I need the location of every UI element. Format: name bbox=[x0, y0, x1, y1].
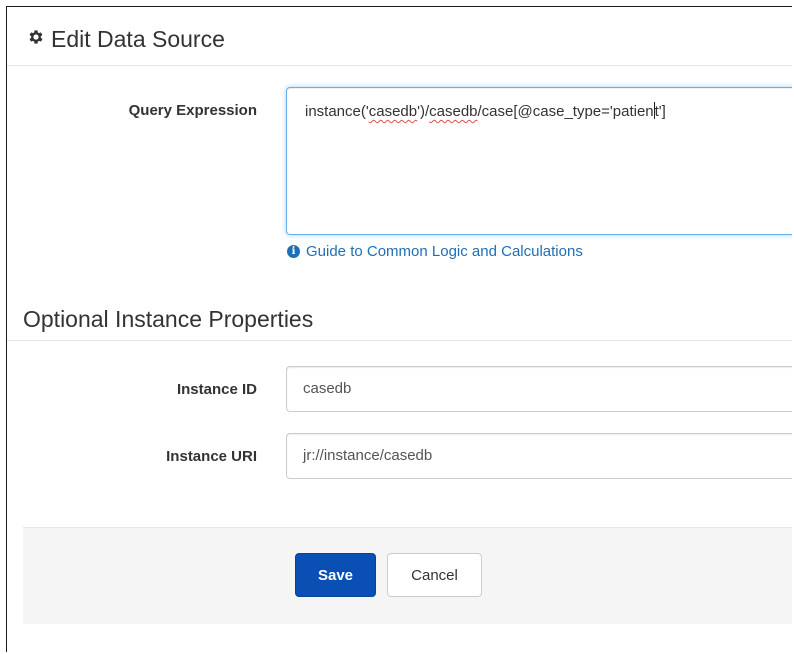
logic-guide-link[interactable]: i Guide to Common Logic and Calculations bbox=[287, 243, 583, 260]
section-divider bbox=[7, 340, 792, 341]
query-text-part: t'] bbox=[654, 103, 666, 120]
info-icon: i bbox=[287, 245, 300, 258]
cancel-button[interactable]: Cancel bbox=[387, 553, 482, 597]
query-expression-label: Query Expression bbox=[128, 102, 257, 119]
query-text-part: casedb bbox=[368, 103, 418, 120]
query-text-part: ')/ bbox=[417, 103, 430, 120]
query-text-part: /case[@case_type='patien bbox=[477, 103, 654, 120]
instance-id-input[interactable]: casedb bbox=[286, 366, 792, 412]
gear-icon bbox=[29, 30, 43, 44]
query-expression-textarea[interactable]: instance('casedb')/casedb/case[@case_typ… bbox=[286, 87, 792, 235]
instance-uri-input[interactable]: jr://instance/casedb bbox=[286, 433, 792, 479]
instance-id-label: Instance ID bbox=[176, 381, 257, 398]
logic-guide-link-text: Guide to Common Logic and Calculations bbox=[306, 243, 583, 260]
modal-frame: Edit Data Source Query Expression instan… bbox=[6, 6, 792, 652]
modal-header: Edit Data Source bbox=[7, 7, 792, 66]
save-button[interactable]: Save bbox=[295, 553, 376, 597]
instance-uri-label: Instance URI bbox=[166, 448, 257, 465]
query-text-part: casedb bbox=[429, 103, 478, 120]
modal-footer: Save Cancel bbox=[23, 527, 792, 624]
modal-title: Edit Data Source bbox=[51, 26, 225, 52]
optional-properties-heading: Optional Instance Properties bbox=[23, 306, 314, 332]
query-text-part: instance(' bbox=[305, 103, 369, 120]
